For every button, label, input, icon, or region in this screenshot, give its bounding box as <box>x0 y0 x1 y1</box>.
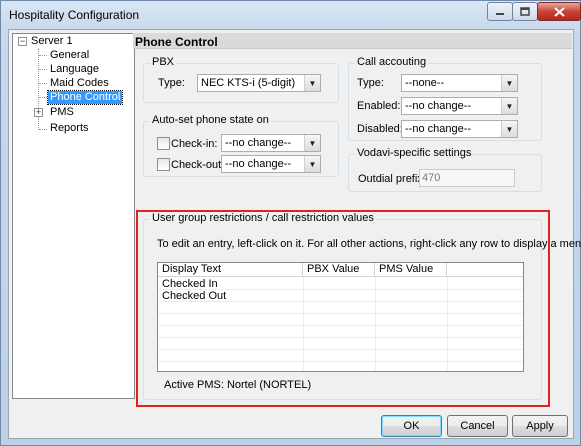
maximize-icon <box>520 7 530 16</box>
call-type-select[interactable]: --none-- ▼ <box>401 74 518 92</box>
restrictions-table[interactable]: Display Text PBX Value PMS Value Checked… <box>157 262 524 372</box>
chevron-down-icon: ▼ <box>304 135 320 151</box>
checkin-label: Check-in: <box>171 138 218 150</box>
tree-item-reports[interactable]: Reports <box>50 122 89 135</box>
grid-line <box>158 349 523 350</box>
call-accounting-legend: Call accouting <box>355 56 429 68</box>
panel-title: Phone Control <box>133 33 572 49</box>
column-pms-value[interactable]: PMS Value <box>375 263 447 277</box>
tree-guide-line <box>38 48 39 130</box>
tree-guide-line <box>39 83 47 84</box>
active-pms-label: Active PMS: Nortel (NORTEL) <box>164 379 312 391</box>
collapse-icon[interactable]: − <box>18 37 27 46</box>
enabled-label: Enabled: <box>357 100 401 112</box>
checkout-value: --no change-- <box>225 158 292 170</box>
apply-button[interactable]: Apply <box>512 415 568 437</box>
checkout-label: Check-out: <box>171 159 225 171</box>
tree-guide-line <box>39 97 47 98</box>
close-button[interactable] <box>537 2 581 21</box>
close-icon <box>553 6 565 17</box>
pbx-type-select[interactable]: NEC KTS-i (5-digit) ▼ <box>197 74 321 92</box>
disabled-select[interactable]: --no change-- ▼ <box>401 120 518 138</box>
minimize-button[interactable] <box>487 2 513 21</box>
tree-item-language[interactable]: Language <box>50 63 99 76</box>
client-area: − Server 1 General Language Maid Codes P… <box>8 29 581 439</box>
column-pbx-value[interactable]: PBX Value <box>303 263 375 277</box>
grid-line <box>158 361 523 362</box>
chevron-down-icon: ▼ <box>501 98 517 114</box>
tree-item-maid-codes[interactable]: Maid Codes <box>50 77 109 90</box>
grid-line <box>158 337 523 338</box>
disabled-value: --no change-- <box>405 123 472 135</box>
call-type-value: --none-- <box>405 77 445 89</box>
cell-display-text: Checked In <box>162 278 218 290</box>
expand-icon[interactable]: + <box>34 108 43 117</box>
minimize-icon <box>496 12 504 15</box>
call-type-label: Type: <box>357 77 384 89</box>
chevron-down-icon: ▼ <box>304 156 320 172</box>
checkin-value: --no change-- <box>225 137 292 149</box>
tree-item-pms[interactable]: PMS <box>50 106 74 119</box>
column-display-text[interactable]: Display Text <box>158 263 303 277</box>
window-title: Hospitality Configuration <box>9 8 140 22</box>
chevron-down-icon: ▼ <box>501 121 517 137</box>
maximize-button[interactable] <box>512 2 538 21</box>
table-header: Display Text PBX Value PMS Value <box>158 263 523 277</box>
grid-line <box>158 325 523 326</box>
checkin-checkbox[interactable] <box>157 137 170 150</box>
table-row[interactable]: Checked Out <box>158 290 523 302</box>
checkin-select[interactable]: --no change-- ▼ <box>221 134 321 152</box>
vodavi-legend: Vodavi-specific settings <box>355 147 474 159</box>
autoset-group-legend: Auto-set phone state on <box>150 114 271 126</box>
ok-button[interactable]: OK <box>381 415 442 437</box>
chevron-down-icon: ▼ <box>501 75 517 91</box>
app-window: Hospitality Configuration − Server 1 Gen… <box>0 0 581 446</box>
disabled-label: Disabled: <box>357 123 403 135</box>
table-row[interactable]: Checked In <box>158 278 523 290</box>
navigation-tree[interactable]: − Server 1 General Language Maid Codes P… <box>12 33 135 399</box>
enabled-select[interactable]: --no change-- ▼ <box>401 97 518 115</box>
tree-guide-line <box>39 129 47 130</box>
enabled-value: --no change-- <box>405 100 472 112</box>
cancel-button[interactable]: Cancel <box>447 415 508 437</box>
checkout-checkbox[interactable] <box>157 158 170 171</box>
outdial-prefix-field[interactable]: 470 <box>419 169 515 187</box>
pbx-type-label: Type: <box>158 77 185 89</box>
grid-line <box>158 313 523 314</box>
restrictions-instructions: To edit an entry, left-click on it. For … <box>157 238 581 250</box>
chevron-down-icon: ▼ <box>304 75 320 91</box>
pbx-type-value: NEC KTS-i (5-digit) <box>201 77 296 89</box>
tree-item-general[interactable]: General <box>50 49 89 62</box>
outdial-prefix-label: Outdial prefix: <box>358 173 426 185</box>
tree-item-phone-control[interactable]: Phone Control <box>46 90 124 105</box>
cell-display-text: Checked Out <box>162 290 227 302</box>
tree-guide-line <box>39 69 47 70</box>
checkout-select[interactable]: --no change-- ▼ <box>221 155 321 173</box>
restrictions-legend: User group restrictions / call restricti… <box>150 212 376 224</box>
tree-item-server-1[interactable]: Server 1 <box>31 35 73 48</box>
title-bar[interactable]: Hospitality Configuration <box>1 1 581 29</box>
pbx-group-legend: PBX <box>150 56 177 68</box>
tree-guide-line <box>39 55 47 56</box>
